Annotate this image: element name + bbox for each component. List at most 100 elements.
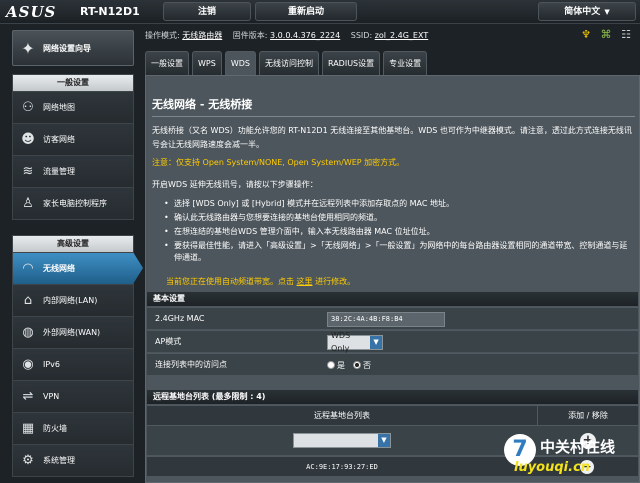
mac-row: 2.4GHz MAC 38:2C:4A:4B:F8:B4 [147,307,638,329]
auto-channel-prefix: 当前您正在使用自动频道带宽。点击 [166,277,294,286]
tab-wps[interactable]: WPS [192,51,222,75]
advanced-settings-title: 高级设置 [13,236,133,252]
column-header-action: 添加 / 移除 [537,406,638,426]
steps-intro: 开启WDS 延伸无线讯号，请按以下步骤操作： [152,180,318,189]
description-text: 无线桥接（又名 WDS）功能允许您的 RT-N12D1 无线连接至其他基地台。W… [152,126,632,149]
traffic-icon: ≋ [22,164,34,179]
sidebar-item-label: 网络地图 [43,103,75,112]
sidebar-item-traffic[interactable]: ≋ 流量管理 [13,155,133,187]
language-label: 简体中文 [564,7,601,17]
advanced-settings-group: 高级设置 ◠ 无线网络 ⌂ 内部网络(LAN) ◍ 外部网络(WAN) ◉ IP… [12,235,143,477]
firewall-icon: ▦ [21,421,35,436]
sidebar-item-parental[interactable]: ♙ 家长电脑控制程序 [13,187,133,219]
top-bar: ASUS RT-N12D1 注销 重新启动 简体中文 ▼ [0,0,640,24]
mac-field[interactable]: 38:2C:4A:4B:F8:B4 [327,311,445,327]
sidebar-item-label: 家长电脑控制程序 [43,199,107,208]
logout-button[interactable]: 注销 [163,2,251,21]
basic-settings-header: 基本设置 [147,292,638,306]
ap-mode-row: AP模式 WDS Only ▼ [147,330,638,353]
sidebar-item-label: 流量管理 [43,167,75,176]
clients-icon[interactable]: ☷ [620,29,632,41]
wifi-icon: ◠ [23,261,33,276]
ap-mode-label: AP模式 [155,337,182,346]
tab-mac-filter[interactable]: 无线访问控制 [258,51,319,75]
main-panel: 无线网络 - 无线桥接 无线桥接（又名 WDS）功能允许您的 RT-N12D1 … [145,75,640,483]
connect-list-label: 连接列表中的访问点 [155,360,227,369]
page-title: 无线网络 - 无线桥接 [152,98,253,111]
remote-ap-mac: AC:9E:17:93:27:ED [306,463,378,471]
sidebar-item-wireless[interactable]: ◠ 无线网络 [13,252,143,284]
guest-network-icon: ☻ [21,132,35,147]
sidebar: ✦ 网络设置向导 一般设置 ⚇ 网络地图 ☻ 访客网络 ≋ 流量管理 ♙ 家长电… [0,30,143,483]
tab-wds[interactable]: WDS [224,51,256,75]
sidebar-item-label: 系统管理 [43,456,75,465]
ap-mode-value: WDS Only [331,331,351,353]
firmware-link[interactable]: 3.0.0.4.376_2224 [270,31,340,40]
sidebar-item-label: 无线网络 [43,264,75,273]
list-item: 确认此无线路由器与您想要连接的基地台使用相同的频道。 [164,212,634,224]
magic-wand-icon: ✦ [21,38,35,58]
ipv6-icon: ◉ [22,357,34,372]
remote-ap-select[interactable]: ▼ [293,433,391,448]
setup-wizard-button[interactable]: ✦ 网络设置向导 [12,30,134,66]
ap-mode-select[interactable]: WDS Only ▼ [327,331,383,353]
sidebar-item-label: 内部网络(LAN) [43,296,98,305]
general-settings-group: 一般设置 ⚇ 网络地图 ☻ 访客网络 ≋ 流量管理 ♙ 家长电脑控制程序 [12,74,134,220]
language-select[interactable]: 简体中文 ▼ [538,2,636,21]
tab-professional[interactable]: 专业设置 [383,51,428,75]
vpn-icon: ⇌ [22,389,34,404]
radio-yes-label: 是 [337,360,345,370]
list-item: 要获得最佳性能，请进入「高级设置」>「无线网络」>「一般设置」为网络中的每台路由… [164,240,634,264]
radio-yes-dot [327,361,335,369]
chevron-down-icon: ▼ [604,8,610,16]
remote-ap-columns: 远程基地台列表 添加 / 移除 [147,405,638,426]
sidebar-item-label: VPN [43,392,60,401]
sidebar-item-admin[interactable]: ⚙ 系统管理 [13,444,133,476]
ssid-link[interactable]: zol_2.4G_EXT [375,31,429,40]
chevron-down-icon: ▼ [378,434,390,447]
tab-radius[interactable]: RADIUS设置 [321,51,381,75]
connect-list-row: 连接列表中的访问点 是 否 [147,353,638,375]
status-line: 操作模式: 无线路由器 固件版本: 3.0.0.4.376_2224 SSID:… [145,28,640,44]
network-icon[interactable]: ⌘ [600,29,612,41]
mode-label: 操作模式: [145,31,180,40]
title-divider [152,116,635,117]
usb-icon[interactable]: ♆ [580,29,592,41]
sidebar-item-lan[interactable]: ⌂ 内部网络(LAN) [13,284,133,316]
ssid-label: SSID: [350,31,373,40]
settings-tabs: 一般设置 WPS WDS 无线访问控制 RADIUS设置 专业设置 [145,51,430,75]
model-name: RT-N12D1 [80,5,140,18]
admin-icon: ⚙ [22,453,34,468]
parental-icon: ♙ [22,196,34,211]
auto-channel-link[interactable]: 这里 [297,277,313,286]
sidebar-item-label: 外部网络(WAN) [43,328,101,337]
radio-no-dot [353,361,361,369]
column-header-list: 远程基地台列表 [314,411,370,420]
watermark-en: luyouqi.cn [514,460,591,475]
general-settings-title: 一般设置 [13,75,133,91]
steps-list: 选择 [WDS Only] 或 [Hybrid] 模式并在远程列表中添加存取点的… [164,198,634,266]
sidebar-item-guest-network[interactable]: ☻ 访客网络 [13,123,133,155]
radio-yes[interactable]: 是 [327,360,345,371]
reboot-button[interactable]: 重新启动 [255,2,357,21]
watermark-cn: 中关村在线 [540,438,616,456]
sidebar-item-wan[interactable]: ◍ 外部网络(WAN) [13,316,133,348]
sidebar-item-network-map[interactable]: ⚇ 网络地图 [13,91,133,123]
sidebar-item-vpn[interactable]: ⇌ VPN [13,380,133,412]
tab-general[interactable]: 一般设置 [145,51,189,75]
list-item: 在想连结的基地台WDS 管理介面中，输入本无线路由器 MAC 位址位址。 [164,226,634,238]
firmware-label: 固件版本: [232,31,268,40]
mode-link[interactable]: 无线路由器 [182,31,222,40]
wizard-label: 网络设置向导 [43,43,91,53]
sidebar-item-firewall[interactable]: ▦ 防火墙 [13,412,133,444]
remote-ap-list-header: 远程基地台列表 (最多限制 : 4) [147,390,638,404]
lan-icon: ⌂ [23,293,33,308]
list-item: 选择 [WDS Only] 或 [Hybrid] 模式并在远程列表中添加存取点的… [164,198,634,210]
sidebar-item-label: 访客网络 [43,135,75,144]
asus-logo: ASUS [6,3,57,21]
radio-no[interactable]: 否 [353,360,371,371]
sidebar-item-label: 防火墙 [43,424,67,433]
sidebar-item-ipv6[interactable]: ◉ IPv6 [13,348,133,380]
network-map-icon: ⚇ [22,100,34,115]
sidebar-item-label: IPv6 [43,360,61,369]
